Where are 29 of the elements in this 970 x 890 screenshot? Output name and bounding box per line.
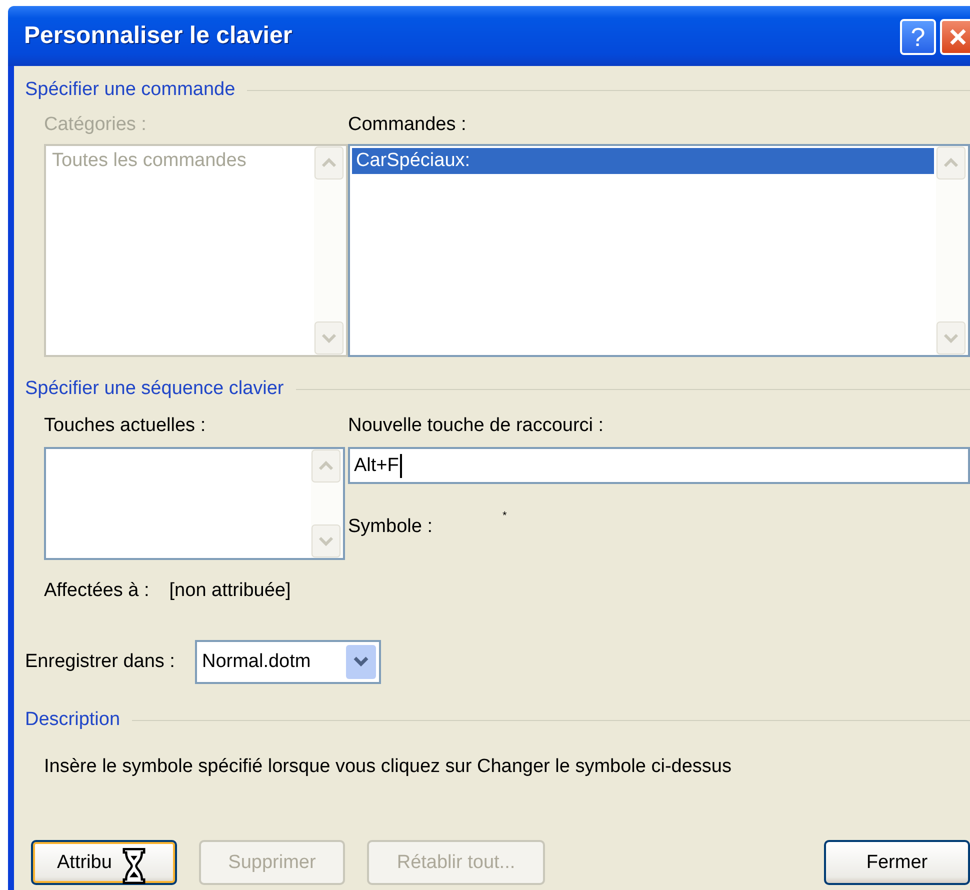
help-button[interactable]: ? <box>900 19 936 55</box>
scroll-up-icon[interactable] <box>311 449 341 483</box>
save-in-label: Enregistrer dans : <box>25 651 175 673</box>
scrollbar[interactable] <box>311 449 343 558</box>
shortcut-field[interactable]: Alt+F <box>348 447 970 484</box>
new-shortcut-label: Nouvelle touche de raccourci : <box>348 415 605 438</box>
description-text: Insère le symbole spécifié lorsque vous cliquez sur Changer le symbole ci-dessus <box>44 756 732 778</box>
scrollbar[interactable] <box>936 146 968 355</box>
current-keys-label: Touches actuelles : <box>44 415 207 438</box>
assigned-label: Affectées à : <box>44 580 150 602</box>
dialog-button[interactable]: Fermer <box>824 840 970 885</box>
symbol-value: * <box>502 510 507 524</box>
section-title: Description <box>25 709 120 731</box>
close-button[interactable] <box>940 19 970 55</box>
symbol-label: Symbole : <box>348 516 432 538</box>
section-title: Spécifier une séquence clavier <box>25 378 284 400</box>
categories-label: Catégories : <box>44 114 148 137</box>
list-box[interactable] <box>44 447 345 560</box>
scroll-up-icon[interactable] <box>936 146 966 180</box>
list-item[interactable]: CarSpéciaux: <box>352 148 934 174</box>
section-title: Spécifier une commande <box>25 79 236 101</box>
window-title: Personnaliser le clavier <box>24 22 292 50</box>
dialog-button[interactable]: Attribu <box>31 840 177 885</box>
list-box[interactable]: CarSpéciaux: <box>348 144 970 357</box>
save-in-dropdown[interactable]: Normal.dotm <box>194 640 381 684</box>
assigned-value: [non attribuée] <box>169 580 291 602</box>
scroll-down-icon[interactable] <box>936 321 966 355</box>
commands-label: Commandes : <box>348 114 468 137</box>
scroll-down-icon[interactable] <box>311 524 341 558</box>
